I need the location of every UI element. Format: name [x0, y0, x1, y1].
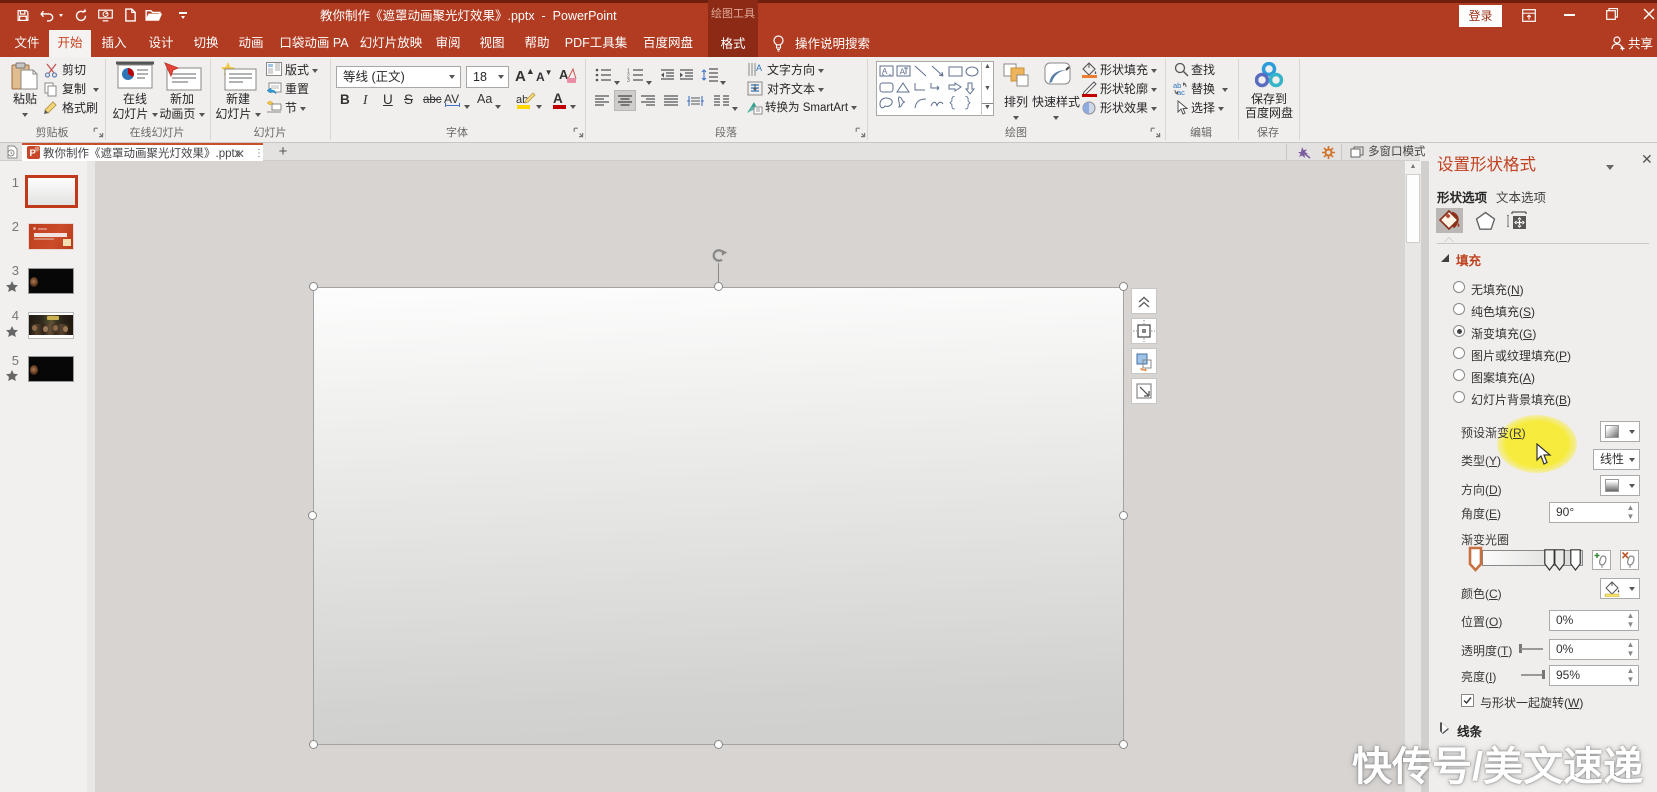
- svg-text:A: A: [756, 63, 762, 73]
- svg-text:ac: ac: [1177, 88, 1185, 96]
- svg-text:3: 3: [627, 78, 630, 82]
